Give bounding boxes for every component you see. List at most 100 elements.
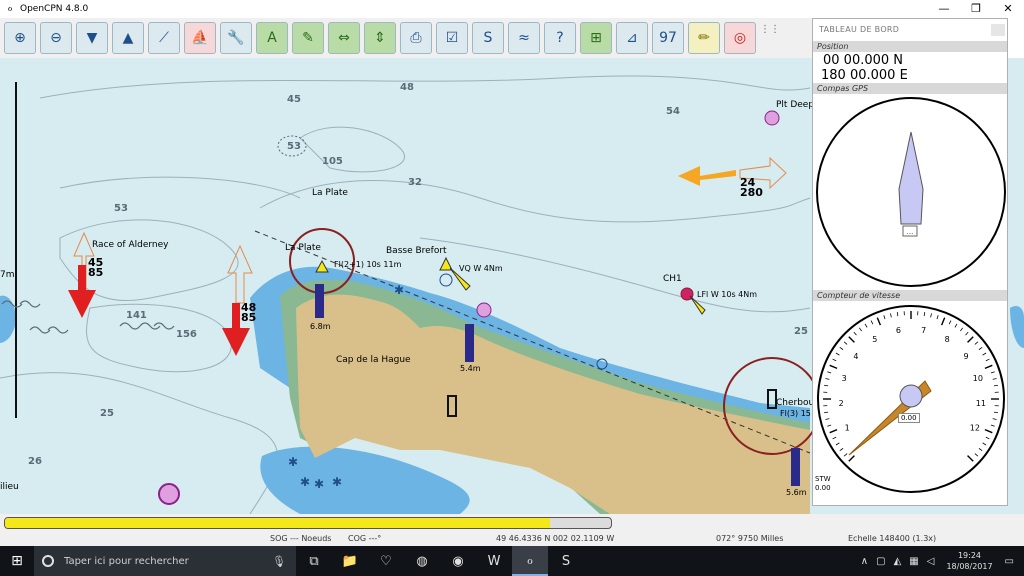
current-icon: 97: [659, 30, 677, 46]
word-icon[interactable]: W: [476, 546, 512, 576]
scale-down-button[interactable]: ▼: [76, 22, 108, 54]
globe-app-icon[interactable]: ◍: [404, 546, 440, 576]
speed-value: 0.00: [898, 413, 920, 423]
ship-button[interactable]: ⛵: [184, 22, 216, 54]
speedometer: 1 2 3 4 5 6 7 8 9 10 11 12 0.00 STW 0.00: [813, 301, 1009, 501]
place-label: CH1: [663, 274, 682, 284]
place-label: Plt Deep: [776, 100, 815, 110]
tray-app-icon[interactable]: ◭: [894, 556, 902, 567]
cursor-position: 49 46.4336 N 002 02.1109 W: [496, 534, 615, 543]
tide-height-label: 5.6m: [786, 488, 807, 497]
ais-button[interactable]: ⊞: [580, 22, 612, 54]
depth-sounding: 105: [322, 156, 343, 167]
maximize-button[interactable]: ❐: [960, 0, 992, 18]
light-characteristic-label: VQ W 4Nm: [459, 264, 503, 273]
dashboard-close-button[interactable]: [991, 24, 1005, 36]
depth-sounding: 53: [287, 141, 301, 152]
cortana-icon: [42, 555, 54, 567]
zoom-in-icon: ⊕: [14, 30, 26, 46]
speed-tick-label: 2: [839, 399, 844, 408]
taskbar-search[interactable]: Taper ici pour rechercher 🎙: [34, 546, 296, 576]
tide-icon: ⊿: [626, 30, 638, 46]
tray-app-icon[interactable]: ▢: [876, 556, 885, 567]
microphone-icon[interactable]: 🎙: [272, 555, 286, 568]
speed-tick-label: 5: [872, 335, 877, 344]
light-characteristic-label: Fl(3) 15: [780, 409, 811, 418]
help-button[interactable]: ?: [544, 22, 576, 54]
speed-tick-label: 6: [896, 326, 901, 335]
zoom-out-icon: ⊖: [50, 30, 62, 46]
depth-sounding: 48: [400, 82, 414, 93]
title-bar: ℴ OpenCPN 4.8.0 — ❐ ✕: [0, 0, 1024, 18]
notifications-icon[interactable]: ▭: [1005, 556, 1014, 567]
status-bar: SOG --- Noeuds COG ---° 49 46.4336 N 002…: [0, 514, 1024, 546]
lights-button[interactable]: ✎: [292, 22, 324, 54]
depth-sounding: 25: [794, 326, 808, 337]
heart-app-icon[interactable]: ♡: [368, 546, 404, 576]
pan-left-right-button[interactable]: ⇔: [328, 22, 360, 54]
file-explorer-icon[interactable]: 📁: [332, 546, 368, 576]
clock[interactable]: 19:24 18/08/2017: [946, 550, 992, 572]
depth-sounding: 25: [100, 408, 114, 419]
settings-button[interactable]: 🔧: [220, 22, 252, 54]
tray-chevron-icon[interactable]: ∧: [861, 556, 868, 567]
dashboard-panel: TABLEAU DE BORD Position 00 00.000 N 180…: [812, 18, 1008, 506]
toolbar-grip-icon[interactable]: ⋮⋮: [760, 25, 780, 50]
minimize-button[interactable]: —: [928, 0, 960, 18]
text-icon: A: [267, 30, 277, 46]
scale-up-button[interactable]: ▲: [112, 22, 144, 54]
close-button[interactable]: ✕: [992, 0, 1024, 18]
svg-text:✱: ✱: [300, 475, 310, 489]
volume-icon[interactable]: ◁: [927, 556, 935, 567]
speed-tick-label: 10: [973, 374, 983, 383]
track-button[interactable]: S: [472, 22, 504, 54]
gps-compass: ...: [813, 94, 1009, 290]
current-value[interactable]: 48 85: [241, 302, 256, 323]
latitude-value: 00 00.000 N: [823, 53, 904, 68]
longitude-value: 180 00.000 E: [821, 68, 908, 83]
progress-fill: [5, 518, 551, 528]
scale-up-icon: ▲: [122, 30, 134, 46]
mob-button[interactable]: ◎: [724, 22, 756, 54]
pan-up-down-button[interactable]: ⇕: [364, 22, 396, 54]
track-icon: S: [483, 30, 493, 46]
zoom-out-button[interactable]: ⊖: [40, 22, 72, 54]
help-icon: ?: [556, 30, 564, 46]
print-icon: ⎙: [410, 30, 422, 46]
zoom-in-button[interactable]: ⊕: [4, 22, 36, 54]
svg-text:✱: ✱: [332, 475, 342, 489]
tide-button[interactable]: ⊿: [616, 22, 648, 54]
network-icon[interactable]: ▦: [909, 556, 918, 567]
lifebuoy-icon: ◎: [733, 30, 747, 46]
tide-height-label: 6.8m: [310, 322, 331, 331]
cog-readout: COG ---°: [348, 534, 382, 543]
opencpn-taskbar-icon[interactable]: ℴ: [512, 546, 548, 576]
dashboard-title: TABLEAU DE BORD: [813, 19, 1007, 41]
search-placeholder: Taper ici pour rechercher: [64, 555, 189, 567]
route-button[interactable]: ⟋: [148, 22, 180, 54]
chrome-icon[interactable]: ◉: [440, 546, 476, 576]
window-controls: — ❐ ✕: [928, 0, 1024, 18]
current-value[interactable]: 24 280: [740, 177, 763, 198]
svg-text:✱: ✱: [288, 455, 298, 469]
task-view-icon[interactable]: ⧉: [296, 546, 332, 576]
checklist-icon: ☑: [445, 30, 459, 46]
depth-icon: ≈: [518, 30, 530, 46]
windows-start-icon[interactable]: ⊞: [0, 546, 34, 576]
speed-tick-label: 9: [964, 352, 969, 361]
wrench-icon: 🔧: [227, 30, 245, 46]
mark-button[interactable]: ✏: [688, 22, 720, 54]
place-label: Race of Alderney: [92, 240, 169, 250]
light-icon: ✎: [302, 30, 314, 46]
depth-sounding: 32: [408, 177, 422, 188]
print-button[interactable]: ⎙: [400, 22, 432, 54]
svg-text:...: ...: [907, 228, 914, 236]
route-manager-button[interactable]: ☑: [436, 22, 468, 54]
current-button[interactable]: 97: [652, 22, 684, 54]
place-label: La Plate: [312, 188, 348, 198]
text-button[interactable]: A: [256, 22, 288, 54]
skype-icon[interactable]: S: [548, 546, 584, 576]
tide-height-label: 5.4m: [460, 364, 481, 373]
current-value[interactable]: 45 85: [88, 257, 103, 278]
depth-button[interactable]: ≈: [508, 22, 540, 54]
